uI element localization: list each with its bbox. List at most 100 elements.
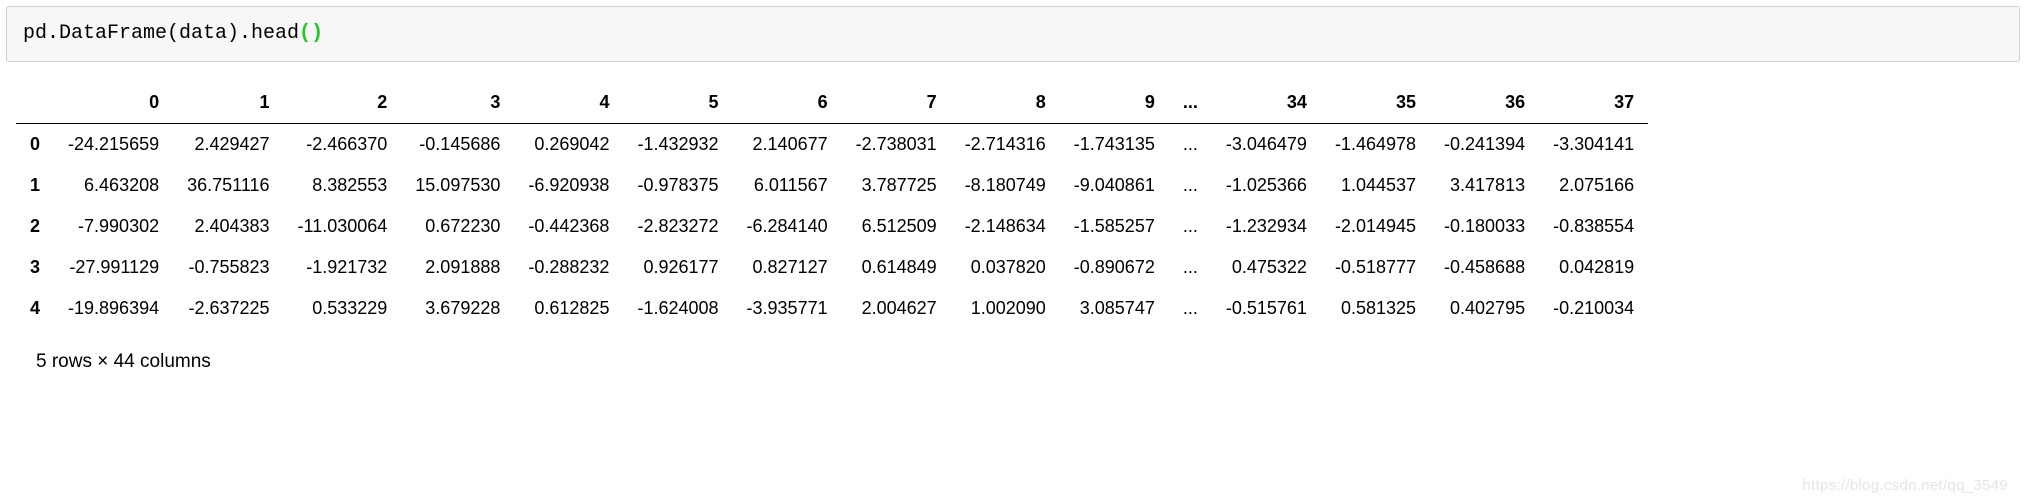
- table-cell: -2.148634: [951, 206, 1060, 247]
- table-cell: -3.046479: [1212, 124, 1321, 166]
- table-cell: -0.442368: [514, 206, 623, 247]
- table-cell: ...: [1169, 124, 1212, 166]
- table-cell: 36.751116: [173, 165, 283, 206]
- table-cell: -3.935771: [733, 288, 842, 329]
- table-cell: -0.288232: [514, 247, 623, 288]
- table-cell: -6.284140: [733, 206, 842, 247]
- table-cell: -11.030064: [284, 206, 402, 247]
- table-summary: 5 rows × 44 columns: [36, 351, 2014, 373]
- table-cell: -2.714316: [951, 124, 1060, 166]
- table-cell: -8.180749: [951, 165, 1060, 206]
- table-cell: 3.679228: [401, 288, 514, 329]
- table-cell: 6.463208: [54, 165, 173, 206]
- table-cell: -0.838554: [1539, 206, 1648, 247]
- table-cell: 2.140677: [733, 124, 842, 166]
- column-header: 7: [842, 82, 951, 124]
- table-cell: 0.042819: [1539, 247, 1648, 288]
- table-cell: -7.990302: [54, 206, 173, 247]
- table-cell: -0.515761: [1212, 288, 1321, 329]
- paren-close: ): [311, 22, 323, 45]
- table-cell: 1.002090: [951, 288, 1060, 329]
- table-cell: 6.011567: [733, 165, 842, 206]
- column-header: 1: [173, 82, 283, 124]
- table-cell: -27.991129: [54, 247, 173, 288]
- table-cell: 0.581325: [1321, 288, 1430, 329]
- row-index: 0: [16, 124, 54, 166]
- table-cell: -0.518777: [1321, 247, 1430, 288]
- table-cell: 2.004627: [842, 288, 951, 329]
- table-cell: -3.304141: [1539, 124, 1648, 166]
- table-cell: ...: [1169, 206, 1212, 247]
- table-cell: 8.382553: [284, 165, 402, 206]
- table-cell: 2.075166: [1539, 165, 1648, 206]
- paren-open: (: [299, 22, 311, 45]
- table-cell: ...: [1169, 288, 1212, 329]
- table-row: 0-24.2156592.429427-2.466370-0.1456860.2…: [16, 124, 1648, 166]
- table-row: 2-7.9903022.404383-11.0300640.672230-0.4…: [16, 206, 1648, 247]
- table-row: 4-19.896394-2.6372250.5332293.6792280.61…: [16, 288, 1648, 329]
- table-cell: -0.241394: [1430, 124, 1539, 166]
- code-text: pd.DataFrame(data).head: [23, 22, 299, 45]
- row-index: 2: [16, 206, 54, 247]
- table-cell: -2.014945: [1321, 206, 1430, 247]
- table-cell: 0.672230: [401, 206, 514, 247]
- dataframe-table: 0123456789...34353637 0-24.2156592.42942…: [16, 82, 1648, 329]
- column-header: 35: [1321, 82, 1430, 124]
- table-cell: ...: [1169, 247, 1212, 288]
- table-cell: 6.512509: [842, 206, 951, 247]
- column-header: 6: [733, 82, 842, 124]
- table-cell: -9.040861: [1060, 165, 1169, 206]
- code-input-cell[interactable]: pd.DataFrame(data).head(): [6, 6, 2020, 62]
- column-header: 36: [1430, 82, 1539, 124]
- table-cell: -0.978375: [623, 165, 732, 206]
- table-cell: -2.738031: [842, 124, 951, 166]
- table-row: 3-27.991129-0.755823-1.9217322.091888-0.…: [16, 247, 1648, 288]
- output-area: 0123456789...34353637 0-24.2156592.42942…: [16, 82, 2020, 373]
- table-cell: 2.404383: [173, 206, 283, 247]
- table-cell: 0.402795: [1430, 288, 1539, 329]
- table-corner: [16, 82, 54, 124]
- table-cell: -0.755823: [173, 247, 283, 288]
- table-cell: -1.025366: [1212, 165, 1321, 206]
- table-cell: -1.921732: [284, 247, 402, 288]
- table-cell: -0.458688: [1430, 247, 1539, 288]
- column-header: 9: [1060, 82, 1169, 124]
- table-cell: -24.215659: [54, 124, 173, 166]
- row-index: 1: [16, 165, 54, 206]
- column-header: 37: [1539, 82, 1648, 124]
- column-header: 4: [514, 82, 623, 124]
- table-cell: -6.920938: [514, 165, 623, 206]
- table-cell: 3.787725: [842, 165, 951, 206]
- table-cell: 2.429427: [173, 124, 283, 166]
- table-cell: 2.091888: [401, 247, 514, 288]
- table-cell: 3.417813: [1430, 165, 1539, 206]
- table-cell: -0.180033: [1430, 206, 1539, 247]
- table-cell: ...: [1169, 165, 1212, 206]
- table-cell: -2.637225: [173, 288, 283, 329]
- table-cell: 0.614849: [842, 247, 951, 288]
- row-index: 3: [16, 247, 54, 288]
- table-cell: -2.466370: [284, 124, 402, 166]
- table-row: 16.46320836.7511168.38255315.097530-6.92…: [16, 165, 1648, 206]
- table-cell: -0.145686: [401, 124, 514, 166]
- column-header: 8: [951, 82, 1060, 124]
- table-cell: -0.890672: [1060, 247, 1169, 288]
- table-cell: -19.896394: [54, 288, 173, 329]
- table-cell: 0.827127: [733, 247, 842, 288]
- table-cell: -1.585257: [1060, 206, 1169, 247]
- table-header-row: 0123456789...34353637: [16, 82, 1648, 124]
- table-cell: -2.823272: [623, 206, 732, 247]
- column-header: 34: [1212, 82, 1321, 124]
- watermark-text: https://blog.csdn.net/qq_3549: [1802, 477, 2008, 494]
- table-cell: -1.432932: [623, 124, 732, 166]
- column-header: 0: [54, 82, 173, 124]
- table-cell: 1.044537: [1321, 165, 1430, 206]
- table-cell: 15.097530: [401, 165, 514, 206]
- table-cell: 3.085747: [1060, 288, 1169, 329]
- column-header: 2: [284, 82, 402, 124]
- table-body: 0-24.2156592.429427-2.466370-0.1456860.2…: [16, 124, 1648, 330]
- table-cell: 0.926177: [623, 247, 732, 288]
- table-cell: 0.612825: [514, 288, 623, 329]
- table-cell: 0.533229: [284, 288, 402, 329]
- column-header: ...: [1169, 82, 1212, 124]
